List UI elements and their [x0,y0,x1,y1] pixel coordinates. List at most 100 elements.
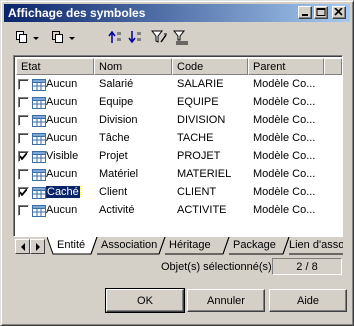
cell-parent: Modèle Co... [253,168,316,180]
paste-dropdown-button[interactable] [51,29,77,47]
paste-dropdown-icon [52,31,75,43]
entity-icon [32,79,46,91]
entity-icon [32,187,46,199]
arrow-right-icon [36,243,40,251]
cell-nom: Activité [99,204,135,216]
cell-parent: Modèle Co... [253,132,316,144]
cell-code: DIVISION [177,114,226,126]
cell-code: CLIENT [177,186,217,198]
close-button[interactable] [332,6,346,19]
visibility-checkbox[interactable] [18,151,29,162]
visibility-checkbox[interactable] [18,133,29,144]
cell-parent: Modèle Co... [253,186,316,198]
maximize-button[interactable] [314,6,328,19]
cell-nom: Client [99,186,128,198]
cell-etat: Aucun [46,114,94,126]
etat-value[interactable]: Aucun [46,132,77,144]
close-icon [334,8,343,16]
entity-icon [32,205,46,217]
cell-code: SALARIE [177,78,224,90]
cell-etat: Aucun [46,204,94,216]
table-row[interactable]: Aucun Division DIVISION Modèle Co... [16,112,342,130]
column-header-code[interactable]: Code [172,58,248,75]
table-row[interactable]: Caché Client CLIENT Modèle Co... [16,184,342,202]
etat-value[interactable]: Aucun [46,96,77,108]
table-row[interactable]: Aucun Tâche TACHE Modèle Co... [16,130,342,148]
cell-parent: Modèle Co... [253,114,316,126]
entity-icon [32,133,46,145]
cell-parent: Modèle Co... [253,78,316,90]
copy-dropdown-button[interactable] [15,29,41,47]
cell-nom: Matériel [99,168,139,180]
cell-parent: Modèle Co... [253,96,316,108]
cell-nom: Projet [99,150,128,162]
tab-association[interactable]: Association [93,237,161,254]
tab-heritage[interactable]: Héritage [161,237,215,254]
cell-etat: Caché [46,186,94,198]
entity-icon [32,169,46,181]
move-down-button[interactable] [127,29,143,47]
selection-count-value: 2 / 8 [272,258,342,275]
etat-value[interactable]: Visible [46,150,78,162]
cell-code: ACTIVITE [177,204,227,216]
arrow-left-icon [21,243,25,251]
tab-strip: Entité Association Héritage Package Lien… [13,237,343,256]
title-bar[interactable]: Affichage des symboles [4,4,350,22]
cell-etat: Aucun [46,96,94,108]
column-header-filler [324,58,342,75]
tab-package[interactable]: Package [225,237,280,254]
cell-etat: Visible [46,150,94,162]
visibility-checkbox[interactable] [18,79,29,90]
tab-lien-associa[interactable]: Lien d'associa [281,237,343,254]
cell-code: TACHE [177,132,214,144]
tab-scroll-right-button[interactable] [30,239,45,254]
cell-nom: Tâche [99,132,130,144]
etat-value[interactable]: Aucun [46,168,77,180]
tab-scroll-left-button[interactable] [15,239,30,254]
cell-parent: Modèle Co... [253,150,316,162]
move-up-button[interactable] [107,29,123,47]
etat-value[interactable]: Aucun [46,204,77,216]
minimize-button[interactable] [298,6,312,19]
cell-nom: Equipe [99,96,134,108]
cell-nom: Division [99,114,138,126]
table-row[interactable]: Aucun Activité ACTIVITE Modèle Co... [16,202,342,220]
move-down-icon [128,31,141,44]
visibility-checkbox[interactable] [18,205,29,216]
entity-icon [32,97,46,109]
filter-clear-button[interactable] [173,29,191,47]
column-header-etat[interactable]: Etat [16,58,94,75]
table-row[interactable]: Aucun Equipe EQUIPE Modèle Co... [16,94,342,112]
tab-entite[interactable]: Entité [49,237,89,254]
etat-value[interactable]: Caché [46,186,81,198]
cell-parent: Modèle Co... [253,204,316,216]
cell-code: PROJET [177,150,221,162]
visibility-checkbox[interactable] [18,169,29,180]
filter-clear-icon [173,30,188,45]
visibility-checkbox[interactable] [18,115,29,126]
dialog-window: Affichage des symboles Etat Nom Code Par… [0,0,354,326]
table-row[interactable]: Aucun Salarié SALARIE Modèle Co... [16,76,342,94]
ok-button[interactable]: OK [105,288,185,313]
column-header-parent[interactable]: Parent [248,58,324,75]
table-row[interactable]: Aucun Matériel MATERIEL Modèle Co... [16,166,342,184]
etat-value[interactable]: Aucun [46,114,77,126]
cell-code: MATERIEL [177,168,232,180]
symbol-list-grid[interactable]: Etat Nom Code Parent Aucun Salarié SALARIE… [13,55,343,237]
visibility-checkbox[interactable] [18,187,29,198]
toolbar [11,27,341,49]
selection-count-label: Objet(s) sélectionné(s) : [161,261,278,273]
copy-dropdown-icon [16,31,39,43]
table-row[interactable]: Visible Projet PROJET Modèle Co... [16,148,342,166]
etat-value[interactable]: Aucun [46,78,77,90]
filter-button[interactable] [151,29,169,47]
cell-code: EQUIPE [177,96,219,108]
move-up-icon [108,30,121,43]
help-button[interactable]: Aide [269,289,347,312]
cell-nom: Salarié [99,78,134,90]
column-header-nom[interactable]: Nom [94,58,172,75]
filter-icon [151,30,167,43]
visibility-checkbox[interactable] [18,97,29,108]
cancel-button[interactable]: Annuler [187,289,265,312]
minimize-icon [302,14,308,16]
